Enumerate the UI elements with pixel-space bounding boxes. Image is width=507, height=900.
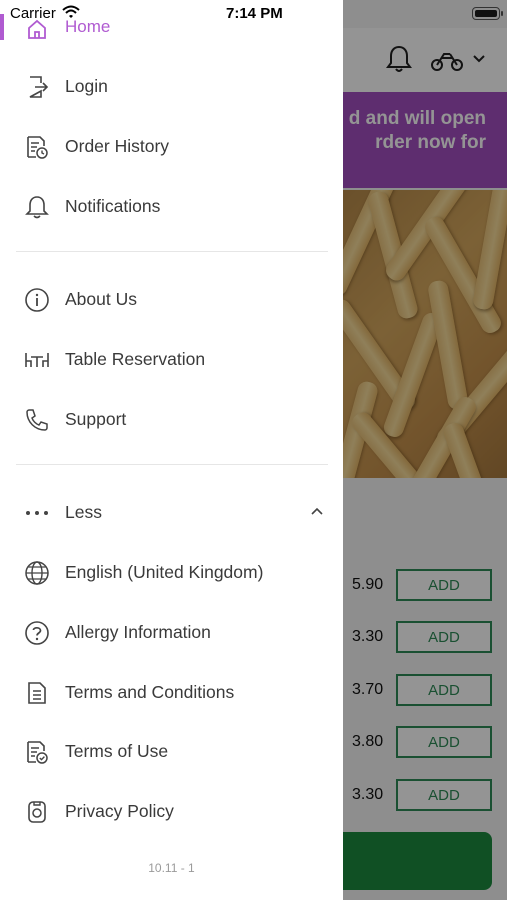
battery-tip bbox=[501, 11, 503, 16]
menu-item-label: Less bbox=[65, 502, 102, 522]
menu-item-label: Terms and Conditions bbox=[65, 682, 235, 702]
menu-item-order-history[interactable]: Order History bbox=[0, 124, 343, 168]
order-history-icon bbox=[27, 136, 48, 159]
menu-item-label: English (United Kingdom) bbox=[65, 562, 264, 582]
more-dots-icon bbox=[26, 511, 48, 515]
login-icon bbox=[29, 76, 49, 98]
battery-icon bbox=[472, 7, 500, 20]
app-version: 10.11 - 1 bbox=[148, 861, 195, 875]
menu-item-label: Support bbox=[65, 409, 127, 429]
menu-item-label: Table Reservation bbox=[65, 349, 206, 369]
globe-icon bbox=[25, 561, 49, 585]
info-icon bbox=[25, 288, 49, 312]
menu-item-label: Notifications bbox=[65, 196, 161, 216]
divider bbox=[16, 464, 328, 465]
menu-item-terms-of-use[interactable]: Terms of Use bbox=[0, 729, 343, 773]
menu-item-language[interactable]: English (United Kingdom) bbox=[0, 550, 343, 594]
phone-icon bbox=[26, 409, 48, 431]
menu-item-label: Login bbox=[65, 76, 108, 96]
side-drawer: Home Login Order History Notifications A… bbox=[0, 0, 343, 900]
menu-item-login[interactable]: Login bbox=[0, 64, 343, 108]
divider bbox=[16, 251, 328, 252]
menu-item-label: Allergy Information bbox=[65, 622, 211, 642]
menu-item-label: Privacy Policy bbox=[65, 801, 174, 821]
document-icon bbox=[28, 682, 46, 704]
table-icon bbox=[25, 353, 49, 367]
menu-item-label: Terms of Use bbox=[65, 741, 169, 761]
chevron-up-icon bbox=[311, 507, 323, 515]
menu-item-allergy[interactable]: Allergy Information bbox=[0, 610, 343, 654]
menu-item-notifications[interactable]: Notifications bbox=[0, 184, 343, 228]
carrier-label: Carrier bbox=[10, 5, 56, 22]
menu-item-table-reservation[interactable]: Table Reservation bbox=[0, 337, 343, 381]
menu-item-about-us[interactable]: About Us bbox=[0, 277, 343, 321]
bell-icon bbox=[25, 196, 49, 219]
menu-item-label: About Us bbox=[65, 289, 137, 309]
clock: 7:14 PM bbox=[226, 5, 283, 22]
menu-item-privacy-policy[interactable]: Privacy Policy bbox=[0, 789, 343, 833]
status-bar: Carrier 7:14 PM bbox=[0, 0, 507, 28]
menu-item-support[interactable]: Support bbox=[0, 397, 343, 441]
question-icon bbox=[25, 621, 49, 645]
menu-item-less[interactable]: Less bbox=[0, 490, 343, 534]
wifi-icon bbox=[62, 5, 80, 18]
menu-item-label: Order History bbox=[65, 136, 170, 156]
privacy-icon bbox=[28, 801, 46, 823]
menu-item-terms-conditions[interactable]: Terms and Conditions bbox=[0, 670, 343, 714]
document-check-icon bbox=[27, 741, 48, 764]
